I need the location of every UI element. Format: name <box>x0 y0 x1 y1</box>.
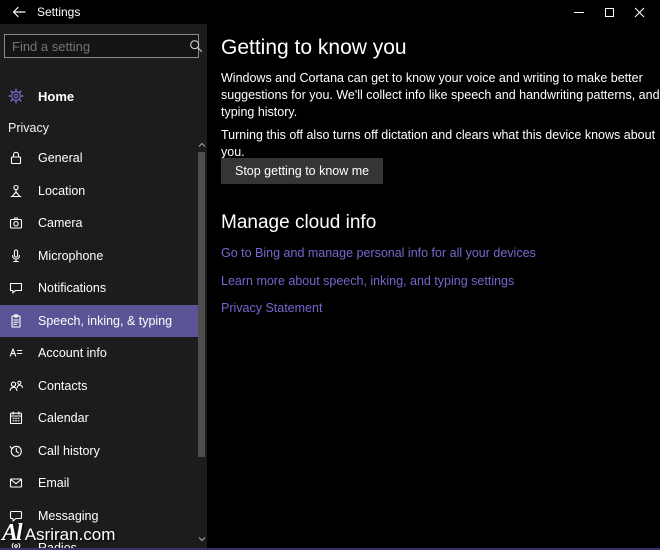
lock-icon <box>8 150 24 166</box>
chevron-down-icon <box>198 536 206 542</box>
minimize-icon <box>574 12 584 13</box>
clipboard-pen-icon <box>8 313 24 329</box>
scrollbar-thumb[interactable] <box>198 152 205 457</box>
sidebar-item-microphone[interactable]: Microphone <box>0 240 199 273</box>
watermark-site: Asriran.com <box>25 525 116 545</box>
contacts-icon <box>8 378 24 394</box>
back-arrow-icon <box>11 4 27 20</box>
location-icon <box>8 183 24 199</box>
watermark: Al Asriran.com <box>2 520 115 547</box>
watermark-logo: Al <box>2 520 21 547</box>
gear-icon <box>8 88 24 104</box>
sidebar-item-account-info[interactable]: Account info <box>0 337 199 370</box>
chevron-up-icon <box>198 142 206 148</box>
close-icon <box>634 7 645 18</box>
sidebar: Home Privacy General Location <box>0 24 207 548</box>
call-history-icon <box>8 443 24 459</box>
sidebar-item-email[interactable]: Email <box>0 467 199 500</box>
description-paragraph-1: Windows and Cortana can get to know your… <box>221 70 660 121</box>
sidebar-item-notifications[interactable]: Notifications <box>0 272 199 305</box>
description-paragraph-2: Turning this off also turns off dictatio… <box>221 127 660 161</box>
home-label: Home <box>38 89 74 104</box>
account-info-icon <box>8 345 24 361</box>
sidebar-item-camera[interactable]: Camera <box>0 207 199 240</box>
privacy-nav: General Location Camera <box>0 142 207 550</box>
window-title: Settings <box>37 5 80 19</box>
sidebar-item-general[interactable]: General <box>0 142 199 175</box>
titlebar: Settings <box>0 0 660 24</box>
sidebar-item-home[interactable]: Home <box>0 82 199 110</box>
sidebar-item-call-history[interactable]: Call history <box>0 435 199 468</box>
back-button[interactable] <box>8 3 30 21</box>
email-icon <box>8 475 24 491</box>
maximize-icon <box>605 8 614 17</box>
camera-icon <box>8 215 24 231</box>
main-content: Getting to know you Windows and Cortana … <box>207 24 660 548</box>
maximize-button[interactable] <box>594 0 624 24</box>
scrollbar-down-arrow[interactable] <box>198 536 206 544</box>
page-heading: Getting to know you <box>221 36 407 60</box>
privacy-section-label: Privacy <box>8 121 49 135</box>
learn-more-speech-link[interactable]: Learn more about speech, inking, and typ… <box>221 274 514 288</box>
sidebar-item-calendar[interactable]: Calendar <box>0 402 199 435</box>
manage-cloud-info-heading: Manage cloud info <box>221 212 376 234</box>
notification-bubble-icon <box>8 280 24 296</box>
sidebar-item-location[interactable]: Location <box>0 175 199 208</box>
search-box[interactable] <box>4 34 199 58</box>
close-button[interactable] <box>624 0 654 24</box>
stop-getting-to-know-me-button[interactable]: Stop getting to know me <box>221 158 383 184</box>
sidebar-scrollbar[interactable] <box>198 118 206 546</box>
settings-window: Settings <box>0 0 660 550</box>
bing-manage-personal-info-link[interactable]: Go to Bing and manage personal info for … <box>221 246 536 260</box>
search-input[interactable] <box>5 39 188 54</box>
scrollbar-up-arrow[interactable] <box>198 142 206 150</box>
window-controls <box>564 0 654 24</box>
search-icon[interactable] <box>188 38 204 54</box>
sidebar-item-contacts[interactable]: Contacts <box>0 370 199 403</box>
calendar-icon <box>8 410 24 426</box>
privacy-statement-link[interactable]: Privacy Statement <box>221 301 322 315</box>
minimize-button[interactable] <box>564 0 594 24</box>
sidebar-item-speech-inking-typing[interactable]: Speech, inking, & typing <box>0 305 199 338</box>
microphone-icon <box>8 248 24 264</box>
